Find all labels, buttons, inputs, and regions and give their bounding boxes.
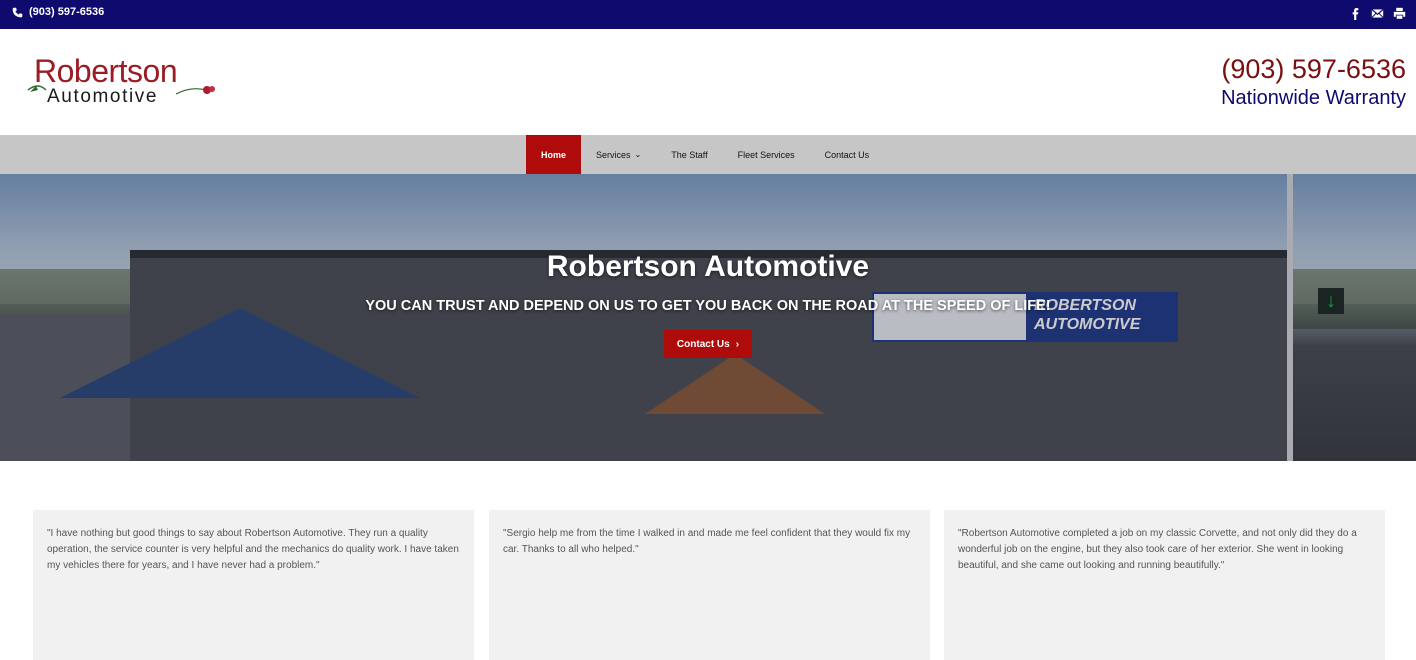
topbar-phone[interactable]: (903) 597-6536 <box>12 6 104 18</box>
header-phone[interactable]: (903) 597-6536 <box>1221 53 1406 85</box>
nav-item-fleet-services[interactable]: Fleet Services <box>723 135 810 174</box>
chevron-down-icon: ⌄ <box>634 150 642 159</box>
logo-text-line2: Automotive <box>47 86 159 107</box>
nav-item-home[interactable]: Home <box>526 135 582 174</box>
phone-icon <box>12 7 23 17</box>
hero-contact-button[interactable]: Contact Us › <box>664 330 752 358</box>
logo[interactable]: Robertson Automotive <box>26 52 226 112</box>
hero-contact-button-label: Contact Us <box>676 338 730 350</box>
hero-title: Robertson Automotive <box>546 250 870 283</box>
main-nav: Home Services ⌄ The Staff Fleet Services … <box>0 135 1416 174</box>
print-icon[interactable] <box>1393 7 1406 20</box>
hero-banner: ROBERTSON AUTOMOTIVE ↓ Robertson Automot… <box>0 174 1416 461</box>
email-icon[interactable] <box>1371 7 1384 20</box>
testimonial-text: "I have nothing but good things to say a… <box>47 528 459 571</box>
header-contact: (903) 597-6536 Nationwide Warranty <box>1221 53 1406 111</box>
hero-tagline: YOU CAN TRUST AND DEPEND ON US TO GET YO… <box>365 298 1051 314</box>
header-warranty: Nationwide Warranty <box>1221 87 1406 109</box>
hero-overlay <box>0 174 1416 461</box>
nav-item-services[interactable]: Services ⌄ <box>581 135 656 174</box>
testimonial-card: "I have nothing but good things to say a… <box>33 510 474 660</box>
site-header: Robertson Automotive (903) 597-6536 Nati… <box>0 29 1416 135</box>
testimonials-section: "I have nothing but good things to say a… <box>0 461 1416 660</box>
social-links <box>1349 7 1406 20</box>
testimonial-text: "Robertson Automotive completed a job on… <box>958 528 1357 571</box>
facebook-icon[interactable] <box>1349 7 1362 20</box>
nav-item-the-staff[interactable]: The Staff <box>656 135 722 174</box>
testimonial-text: "Sergio help me from the time I walked i… <box>503 528 911 555</box>
nav-item-contact-us[interactable]: Contact Us <box>810 135 885 174</box>
testimonial-card: "Sergio help me from the time I walked i… <box>489 510 930 660</box>
testimonial-card: "Robertson Automotive completed a job on… <box>944 510 1385 660</box>
chevron-right-icon: › <box>735 338 740 350</box>
topbar-phone-text[interactable]: (903) 597-6536 <box>29 6 104 18</box>
top-bar: (903) 597-6536 <box>0 0 1416 29</box>
